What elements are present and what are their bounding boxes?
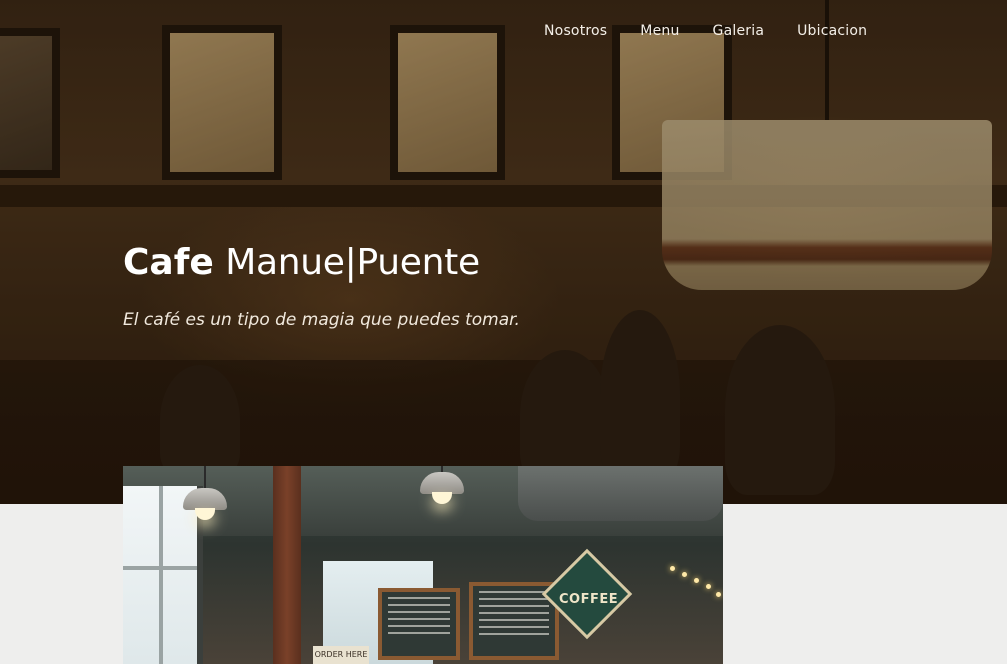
site-title-strong: Cafe bbox=[123, 242, 214, 283]
wood-pillar bbox=[273, 466, 301, 664]
lamp-cord bbox=[204, 466, 206, 488]
air-duct bbox=[518, 466, 723, 521]
nav-link-ubicacion[interactable]: Ubicacion bbox=[797, 20, 867, 42]
featured-cafe-image: COFFEE ORDER HERE bbox=[123, 466, 723, 664]
nav-link-nosotros[interactable]: Nosotros bbox=[544, 20, 607, 42]
string-lights bbox=[668, 564, 723, 604]
cafe-window bbox=[123, 486, 203, 664]
main-nav: Nosotros Menu Galeria Ubicacion bbox=[544, 20, 867, 42]
nav-link-menu[interactable]: Menu bbox=[640, 20, 679, 42]
coffee-sign-label: COFFEE bbox=[559, 592, 619, 607]
site-title-light: Manue|Puente bbox=[225, 242, 480, 283]
hero-tagline: El café es un tipo de magia que puedes t… bbox=[123, 310, 520, 330]
order-here-sign: ORDER HERE bbox=[313, 646, 369, 664]
nav-link-galeria[interactable]: Galeria bbox=[713, 20, 765, 42]
chalk-menu-board bbox=[378, 588, 460, 660]
site-title: Cafe Manue|Puente bbox=[123, 238, 480, 288]
